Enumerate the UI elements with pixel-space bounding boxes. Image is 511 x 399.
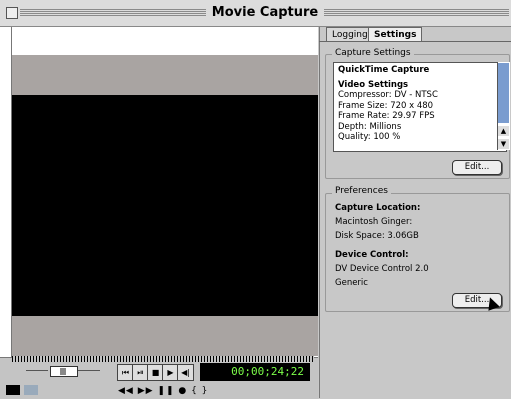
quicktime-capture-heading: QuickTime Capture bbox=[338, 65, 430, 75]
device-control-type: Generic bbox=[335, 278, 368, 288]
video-settings-heading: Video Settings bbox=[338, 79, 409, 90]
window-title: Movie Capture bbox=[210, 4, 320, 22]
tab-logging[interactable]: Logging bbox=[326, 27, 374, 42]
film-icon[interactable] bbox=[6, 385, 20, 395]
tab-settings[interactable]: Settings bbox=[368, 27, 423, 42]
capture-location-heading: Capture Location: bbox=[335, 203, 421, 213]
preview-top-band bbox=[12, 55, 318, 95]
depth-value: Depth: Millions bbox=[338, 121, 402, 132]
capture-settings-edit-button[interactable]: Edit... bbox=[452, 160, 502, 175]
frame-rate-value: Frame Rate: 29.97 FPS bbox=[338, 111, 435, 121]
preview-bottom-band bbox=[12, 316, 318, 356]
title-stripes-left bbox=[20, 8, 206, 17]
close-box[interactable] bbox=[6, 7, 18, 19]
capture-controls[interactable]: ◀◀ ▶▶ ❚❚ ● { } bbox=[118, 386, 208, 396]
quality-value: Quality: 100 % bbox=[338, 132, 401, 142]
device-control-name: DV Device Control 2.0 bbox=[335, 264, 429, 274]
capture-drive: Macintosh Ginger: bbox=[335, 217, 413, 227]
capture-settings-summary: QuickTime Capture Video Settings Compres… bbox=[333, 62, 507, 152]
disk-space: Disk Space: 3.06GB bbox=[335, 231, 419, 241]
jog-track-right bbox=[78, 370, 100, 371]
device-control-heading: Device Control: bbox=[335, 250, 409, 260]
audio-waveform-icon[interactable] bbox=[24, 385, 38, 395]
jog-shuttle[interactable] bbox=[50, 366, 78, 377]
video-preview bbox=[12, 95, 318, 316]
jog-track-left bbox=[26, 370, 48, 371]
preferences-legend: Preferences bbox=[332, 186, 391, 196]
timeline-ruler[interactable] bbox=[12, 356, 314, 362]
timecode-display: 00;00;24;22 bbox=[200, 363, 310, 381]
title-stripes-right bbox=[324, 8, 509, 17]
scroll-up-icon[interactable]: ▲ bbox=[498, 126, 509, 136]
capture-settings-legend: Capture Settings bbox=[332, 48, 414, 58]
tab-divider bbox=[319, 41, 511, 42]
play-in-to-out-button[interactable]: ◀| bbox=[177, 364, 194, 381]
scroll-down-icon[interactable]: ▼ bbox=[498, 139, 509, 149]
compressor-value: Compressor: DV - NTSC bbox=[338, 90, 438, 100]
scroll-thumb[interactable] bbox=[498, 63, 509, 123]
frame-size-value: Frame Size: 720 x 480 bbox=[338, 100, 434, 111]
